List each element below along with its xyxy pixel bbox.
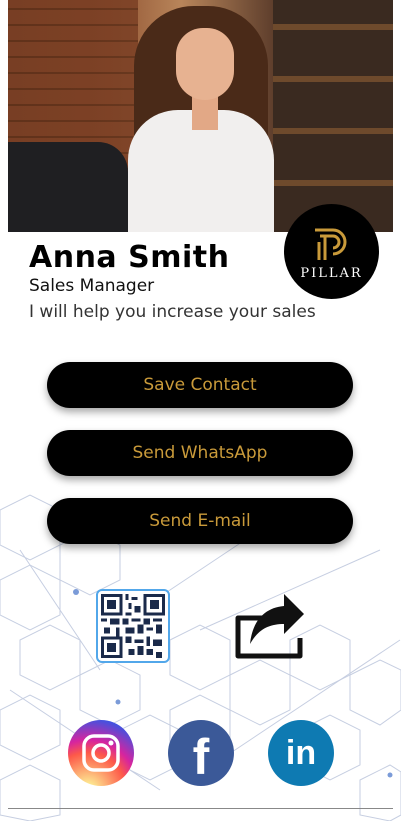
profile-photo <box>8 0 393 232</box>
neck <box>192 96 218 130</box>
profile-tagline: I will help you increase your sales <box>29 302 316 322</box>
send-email-button[interactable]: Send E-mail <box>47 498 353 544</box>
business-card: PILLAR Anna Smith Sales Manager I will h… <box>0 0 401 821</box>
profile-role: Sales Manager <box>29 276 155 296</box>
linkedin-icon[interactable]: in <box>268 720 334 786</box>
qr-code-icon[interactable] <box>96 589 170 663</box>
send-whatsapp-button[interactable]: Send WhatsApp <box>47 430 353 476</box>
shelf <box>273 0 393 232</box>
face <box>176 28 234 100</box>
share-icon[interactable] <box>232 590 304 662</box>
pillar-logo-icon <box>314 228 346 260</box>
logo-text: PILLAR <box>300 266 363 281</box>
couch <box>8 142 128 232</box>
person <box>126 0 276 232</box>
instagram-icon[interactable] <box>68 720 134 786</box>
bottom-divider <box>8 808 393 809</box>
facebook-icon[interactable]: f <box>168 720 234 786</box>
save-contact-button[interactable]: Save Contact <box>47 362 353 408</box>
profile-name: Anna Smith <box>29 240 230 275</box>
company-logo: PILLAR <box>284 204 379 299</box>
